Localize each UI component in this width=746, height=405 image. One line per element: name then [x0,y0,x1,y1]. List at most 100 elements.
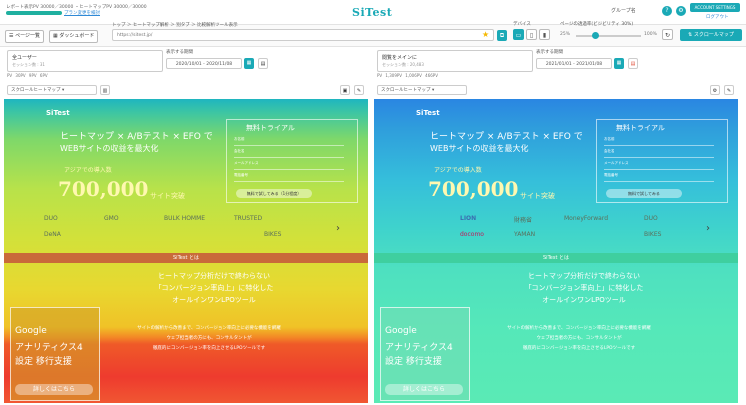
scrollmap-button[interactable]: ⇅ スクロールマップ [680,29,742,41]
calendar-icon[interactable]: ▦ [614,58,624,69]
small-text: 徹底的にコンバージョン率を向上させるLPOツールです [522,346,636,351]
body-text: ヒートマップ分析だけで終わらない [528,272,640,280]
help-icon[interactable]: ? [662,6,672,16]
body-text: オールインワンLPOツール [172,296,256,304]
segment-sessions: セッション数 : 20,483 [382,62,424,67]
ga-text: 設定 移行支援 [15,357,72,367]
edit-icon[interactable]: ✎ [354,85,364,95]
ga-detail-button[interactable]: 詳しくはこちら [15,384,93,395]
device-pc-button[interactable]: ▭ [513,29,524,40]
ga-text: Google [15,326,47,336]
smartphone-icon: ▯ [529,32,534,39]
tablet-icon: ▮ [542,32,547,39]
trial-field[interactable]: 会社名 [234,149,344,158]
star-icon[interactable]: ★ [482,30,489,39]
plan-usage-bar [6,11,62,15]
brand-logo: BIKES [264,231,282,238]
body-text: 「コンバージョン率向上」に特化した [524,284,644,292]
segment-box[interactable]: 閲覧をメインに セッション数 : 20,483 [377,50,533,72]
ga-detail-button[interactable]: 詳しくはこちら [385,384,463,395]
body-text: ヒートマップ分析だけで終わらない [158,272,270,280]
opacity-slider-track[interactable] [576,35,641,37]
brand-logo: BIKES [644,231,662,238]
pdf-icon[interactable]: ▤ [628,58,638,69]
settings-icon[interactable]: ⚙ [710,85,720,95]
trial-field[interactable]: お名前 [604,137,714,146]
open-external-icon[interactable]: ⧉ [497,30,507,41]
lp-subline: WEBサイトの収益を最大化 [430,144,529,153]
trial-field[interactable]: 電話番号 [604,173,714,182]
ga-text: アナリティクス4 [385,343,453,353]
brand-logo: BULK HOMME [164,215,206,222]
lp-count-label: アジアでの導入数 [434,167,482,174]
page-list-button[interactable]: ☰ ページ一覧 [5,30,44,43]
lp-count: 700,000 [58,177,149,201]
trial-submit-button[interactable]: 無料で試してみる（1分程度） [236,189,312,198]
pane-divider [370,47,372,403]
brand-logo: DeNA [44,231,61,238]
account-settings-button[interactable]: ACCOUNT SETTINGS [690,3,740,12]
device-sp-button[interactable]: ▯ [526,29,537,40]
body-text: オールインワンLPOツール [542,296,626,304]
carousel-next-icon[interactable]: › [706,223,710,234]
period-field[interactable]: 2021/01/01 - 2021/01/08 [536,58,612,69]
small-text: ウェブ担当者の方にも、コンサルタントが [166,336,252,341]
lp-count: 700,000 [428,177,519,201]
camera-icon[interactable]: ▣ [340,85,350,95]
left-pane: 全ユーザー セッション数 : 31 表示する期間 2020/10/01 - 20… [4,47,368,403]
opacity-min: 25% [560,32,571,37]
segment-sessions: セッション数 : 31 [12,62,45,67]
group-name[interactable]: グループ名 [611,7,636,14]
brand-logo: docomo [460,231,484,238]
device-tablet-button[interactable]: ▮ [539,29,550,40]
period-label: 表示する期間 [166,50,193,55]
lp-logo: SiTest [416,109,440,117]
scrollmap-label: スクロールマップ [693,32,734,38]
section-title: SiTest とは [4,253,368,263]
ga4-banner[interactable]: Google アナリティクス4 設定 移行支援 詳しくはこちら [380,307,470,401]
lp-logo: SiTest [46,109,70,117]
trial-field[interactable]: お名前 [234,137,344,146]
heatmap-left[interactable]: SiTest ヒートマップ × A/Bテスト × EFO で WEBサイトの収益… [4,99,368,403]
small-text: サイトの解析から改善まで、コンバージョン率向上に必要な機能を網羅 [507,326,651,331]
brand-logo: GMO [104,215,119,222]
small-text: 徹底的にコンバージョン率を向上させるLPOツールです [152,346,266,351]
map-type-select[interactable]: スクロールヒートマップ ▾ [7,85,97,95]
logout-link[interactable]: ログアウト [706,14,729,20]
url-field[interactable]: https://sitest.jp/ [112,29,494,41]
brand-logo: YAMAN [514,231,536,238]
ga-text: Google [385,326,417,336]
brand-logo: DUO [44,215,58,222]
trial-field[interactable]: メールアドレス [234,161,344,170]
dashboard-label: ダッシュボード [59,33,95,39]
breadcrumb: トップ ＞ ヒートマップ解析 ＞ 別タブ ＞ 比較解析ツール表示 [112,23,238,28]
segment-box[interactable]: 全ユーザー セッション数 : 31 [7,50,163,72]
page-list-label: ページ一覧 [15,33,40,39]
trial-field[interactable]: 会社名 [604,149,714,158]
refresh-icon[interactable]: ↻ [662,29,673,40]
gear-icon[interactable]: ⚙ [676,6,686,16]
carousel-next-icon[interactable]: › [336,223,340,234]
segment-label: 全ユーザー [12,55,37,61]
dashboard-button[interactable]: ▦ ダッシュボード [49,30,99,43]
heatmap-right[interactable]: SiTest ヒートマップ × A/Bテスト × EFO で WEBサイトの収益… [374,99,738,403]
small-text: ウェブ担当者の方にも、コンサルタントが [536,336,622,341]
ga4-banner[interactable]: Google アナリティクス4 設定 移行支援 詳しくはこちら [10,307,100,401]
edit-icon[interactable]: ✎ [724,85,734,95]
period-field[interactable]: 2020/10/01 - 2020/11/08 [166,58,242,69]
lp-subline: WEBサイトの収益を最大化 [60,144,159,153]
trial-field[interactable]: 電話番号 [234,173,344,182]
csv-icon[interactable]: ▤ [258,58,268,69]
opacity-slider-thumb[interactable] [592,32,599,39]
trial-field[interactable]: メールアドレス [604,161,714,170]
lp-count-label: アジアでの導入数 [64,167,112,174]
map-type-value: スクロールヒートマップ [11,88,61,93]
app-logo[interactable]: SiTest [352,6,392,19]
calendar-icon[interactable]: ▦ [244,58,254,69]
map-options-icon[interactable]: ▥ [100,85,110,95]
period-label: 表示する期間 [536,50,563,55]
map-type-select[interactable]: スクロールヒートマップ ▾ [377,85,467,95]
plan-change-link[interactable]: プラン変更を検討 [64,10,100,16]
pv-counts: PV 30PV 9PV 6PV [7,73,48,78]
trial-submit-button[interactable]: 無料で試してみる [606,189,682,198]
